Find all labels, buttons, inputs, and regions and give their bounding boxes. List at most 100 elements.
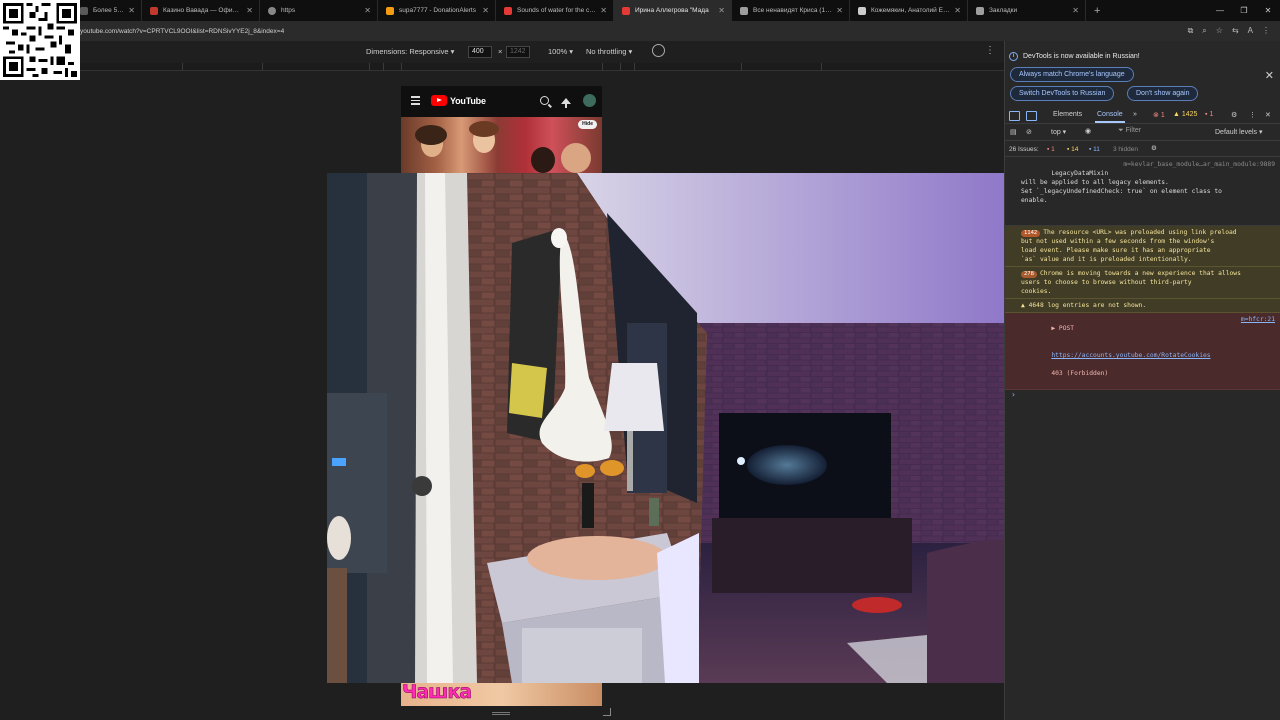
close-devtools-icon[interactable]: ✕ <box>1265 111 1271 119</box>
console-prompt[interactable]: › <box>1005 390 1280 399</box>
bookmark-star-icon[interactable]: ☆ <box>1216 26 1223 36</box>
error-count: 1 <box>1160 112 1165 119</box>
tab-3[interactable]: https ✕ <box>260 0 378 21</box>
tab-4[interactable]: supa7777 - DonationAlerts ✕ <box>378 0 496 21</box>
maximize-button[interactable]: ❐ <box>1232 0 1256 21</box>
filter-input[interactable]: ⏷ Filter <box>1118 127 1208 139</box>
close-icon[interactable]: ✕ <box>836 6 843 15</box>
zoom-icon[interactable]: ⌕ <box>1202 26 1206 36</box>
qr-code <box>0 0 80 80</box>
context-selector[interactable]: top ▾ <box>1051 128 1066 136</box>
switch-language-button[interactable]: Switch DevTools to Russian <box>1010 86 1115 101</box>
kebab-menu-icon[interactable]: ⋮ <box>1249 111 1256 119</box>
menu-icon[interactable]: ⋮ <box>1262 26 1270 36</box>
devtools-panel: i DevTools is now available in Russian! … <box>1004 41 1280 720</box>
tab-8[interactable]: Кожемякин, Анатолий Евген ✕ <box>850 0 968 21</box>
tab-favicon-icon <box>858 6 866 15</box>
tab-favicon-icon <box>150 6 158 15</box>
tab-favicon-icon <box>740 6 748 15</box>
console-warning: ▲ 4648 log entries are not shown. <box>1005 299 1280 313</box>
issues-error-badge[interactable]: ▪ 1 <box>1047 146 1055 153</box>
issues-info-badge[interactable]: ▪ 11 <box>1089 146 1100 153</box>
sidebar-toggle-icon[interactable]: ▤ <box>1010 128 1017 136</box>
close-icon[interactable]: ✕ <box>246 6 253 15</box>
tab-5[interactable]: Sounds of water for the child t ✕ <box>496 0 614 21</box>
device-toggle-icon[interactable] <box>1026 110 1037 121</box>
tab-label: Все ненавидят Криса (1-4 сез <box>753 7 832 14</box>
open-in-new-icon[interactable]: ⧉ <box>1188 26 1194 36</box>
hamburger-menu-icon[interactable] <box>411 94 420 107</box>
message-text: Chrome is moving towards a new experienc… <box>1021 270 1241 295</box>
window-controls: — ❐ ✕ <box>1208 0 1280 21</box>
throttling-dropdown[interactable]: No throttling ▾ <box>586 47 632 56</box>
zoom-dropdown[interactable]: 100% ▾ <box>548 47 573 56</box>
youtube-logo-icon[interactable] <box>431 95 447 106</box>
info-icon: i <box>1009 52 1018 61</box>
warning-count-badge[interactable]: ▲ 1425 <box>1173 111 1197 118</box>
times-sign: × <box>498 47 503 56</box>
close-icon[interactable]: ✕ <box>954 6 961 15</box>
console-warning: 278 Chrome is moving towards a new experi… <box>1005 267 1280 299</box>
tab-elements[interactable]: Elements <box>1053 111 1082 118</box>
rotate-icon[interactable] <box>652 44 665 57</box>
youtube-brand[interactable]: YouTube <box>450 96 486 106</box>
url-field[interactable]: youtube.com/watch?v=CPRTVCL9OOI&list=RDN… <box>80 28 1188 35</box>
more-tabs-icon[interactable]: » <box>1133 111 1137 118</box>
new-tab-button[interactable]: + <box>1086 5 1108 17</box>
issues-count-badge[interactable]: ▪ 1 <box>1205 111 1213 118</box>
upload-icon[interactable] <box>561 97 571 108</box>
avatar[interactable] <box>583 94 596 107</box>
screen: Более 5000 в✕ Казино Вавада — Официальн✕… <box>0 0 1280 720</box>
match-language-button[interactable]: Always match Chrome's language <box>1010 67 1134 82</box>
more-options-icon[interactable]: ⋮ <box>985 45 995 56</box>
extension-icon[interactable]: ⇆ <box>1232 26 1239 36</box>
tab-7[interactable]: Все ненавидят Криса (1-4 сез ✕ <box>732 0 850 21</box>
issues-settings-gear-icon[interactable]: ⚙ <box>1151 144 1157 152</box>
tab-label: Казино Вавада — Официальн <box>163 7 242 14</box>
close-icon[interactable]: ✕ <box>482 6 489 15</box>
message-source[interactable]: m=hfcr:21 <box>1241 315 1275 324</box>
resize-handle-corner[interactable] <box>603 708 611 716</box>
close-icon[interactable]: ✕ <box>600 6 607 15</box>
tab-label: Более 5000 в <box>93 7 125 14</box>
live-expression-eye-icon[interactable]: ◉ <box>1085 127 1091 135</box>
video-player[interactable]: Hide <box>401 117 602 174</box>
address-icons: ⧉ ⌕ ☆ ⇆ A ⋮ <box>1188 26 1270 36</box>
message-text: The resource <URL> was preloaded using l… <box>1021 229 1237 263</box>
request-url-link[interactable]: https://accounts.youtube.com/RotateCooki… <box>1051 352 1210 359</box>
close-icon[interactable]: ✕ <box>364 6 371 15</box>
width-input[interactable]: 400 <box>468 46 492 58</box>
inspect-icon[interactable] <box>1009 110 1020 121</box>
log-levels-dropdown[interactable]: Default levels ▾ <box>1215 128 1263 136</box>
repeat-count-badge: 278 <box>1021 271 1037 278</box>
close-icon[interactable]: ✕ <box>128 6 135 15</box>
tab-label: Кожемякин, Анатолий Евген <box>871 7 951 14</box>
minimize-button[interactable]: — <box>1208 0 1232 21</box>
dimensions-dropdown[interactable]: Dimensions: Responsive ▾ <box>366 47 454 56</box>
tab-9[interactable]: Закладки ✕ <box>968 0 1086 21</box>
hide-button[interactable]: Hide <box>578 120 597 129</box>
message-source[interactable]: m=kevlar_base_module…ar_main_module:9889 <box>1123 160 1275 169</box>
dont-show-again-button[interactable]: Don't show again <box>1127 86 1199 101</box>
close-window-button[interactable]: ✕ <box>1256 0 1280 21</box>
request-method[interactable]: ▶ POST <box>1051 325 1074 332</box>
close-icon[interactable]: ✕ <box>718 6 725 15</box>
tab-6-active[interactable]: Ирина Аллегрова "Мада ✕ <box>614 0 732 21</box>
resize-handle-bottom[interactable] <box>492 712 510 715</box>
profile-icon[interactable]: A <box>1248 26 1253 36</box>
clear-console-icon[interactable]: ⊘ <box>1026 128 1032 136</box>
video-thumbnail-bottom[interactable]: Чашка <box>401 682 602 706</box>
close-icon[interactable]: ✕ <box>1072 6 1079 15</box>
tab-label: Ирина Аллегрова "Мада <box>635 7 709 14</box>
issues-warning-badge[interactable]: ▪ 14 <box>1067 146 1078 153</box>
header-actions <box>540 94 596 108</box>
settings-gear-icon[interactable]: ⚙ <box>1231 111 1237 119</box>
close-notice-icon[interactable]: ✕ <box>1265 69 1274 82</box>
search-icon[interactable] <box>540 96 549 105</box>
device-toolbar: Dimensions: Responsive ▾ 400 × 1242 100%… <box>0 41 1004 63</box>
tab-console[interactable]: Console <box>1095 111 1125 123</box>
tab-label: Sounds of water for the child t <box>517 7 597 14</box>
tab-2[interactable]: Казино Вавада — Официальн ✕ <box>142 0 260 21</box>
height-input[interactable]: 1242 <box>506 46 530 58</box>
error-count-badge[interactable]: ⊗ 1 <box>1153 111 1165 119</box>
